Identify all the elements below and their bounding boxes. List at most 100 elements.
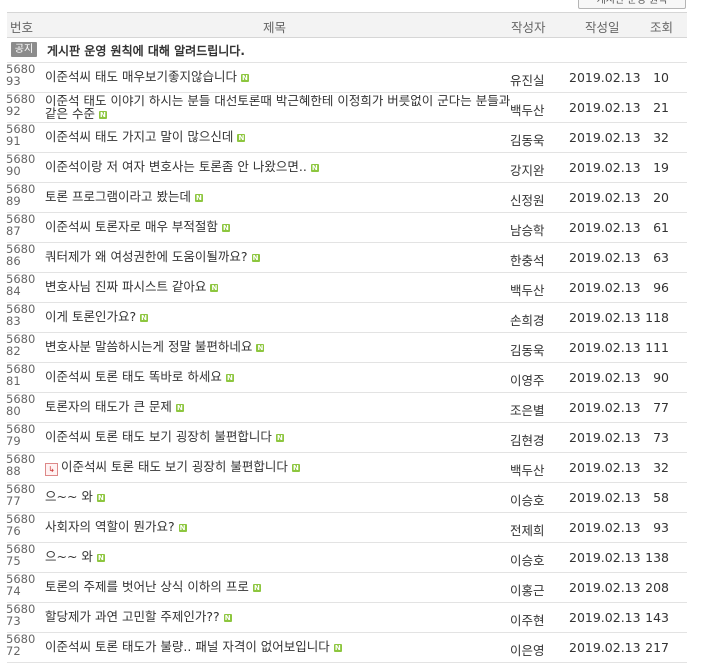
- post-views: 63: [653, 250, 669, 265]
- post-date: 2019.02.13: [569, 220, 641, 235]
- post-views: 217: [645, 640, 669, 655]
- post-title-link[interactable]: 으~~ 와N: [45, 550, 511, 563]
- post-title-text: 사회자의 역할이 뭔가요?: [45, 520, 175, 533]
- post-author[interactable]: 남승학: [510, 220, 545, 239]
- post-views: 118: [645, 310, 669, 325]
- post-views: 143: [645, 610, 669, 625]
- post-views: 90: [653, 370, 669, 385]
- post-title-link[interactable]: 이준석씨 토론 태도 똑바로 하세요 N: [45, 370, 511, 383]
- board-rules-button[interactable]: 게시판 운영 원칙: [578, 0, 686, 9]
- post-title-text: 토론 프로그램이라고 봤는데: [45, 190, 191, 203]
- post-author[interactable]: 한충석: [510, 250, 545, 269]
- post-author[interactable]: 조은별: [510, 400, 545, 419]
- post-date: 2019.02.13: [569, 610, 641, 625]
- table-row: 568083 이게 토론인가요? N 손희경 2019.02.13 118: [6, 303, 687, 333]
- post-title-link[interactable]: 변호사님 진짜 파시스트 같아요 N: [45, 280, 511, 293]
- post-author[interactable]: 강지완: [510, 160, 545, 179]
- post-date: 2019.02.13: [569, 280, 641, 295]
- new-icon: N: [178, 524, 187, 532]
- post-title-link[interactable]: 으~~ 와N: [45, 490, 511, 503]
- post-title-link[interactable]: 변호사분 말씀하시는게 정말 불편하네요 N: [45, 340, 511, 353]
- post-list: 568093 이준석씨 태도 매우보기좋지않습니다 N 유진실 2019.02.13 10…: [6, 62, 687, 663]
- table-row: 568091 이준석씨 태도 가지고 말이 많으신데 N 김동욱 2019.02.13 3…: [6, 123, 687, 153]
- post-author[interactable]: 이주현: [510, 610, 545, 629]
- notice-badge: 공지: [11, 42, 37, 57]
- new-icon: N: [96, 494, 105, 502]
- post-title-link[interactable]: 이준석 태도 이야기 하시는 분들 대선토론때 박근혜한테 이정희가 버릇없이 …: [45, 95, 511, 120]
- post-author[interactable]: 신정원: [510, 190, 545, 209]
- post-author[interactable]: 백두산: [510, 280, 545, 299]
- new-icon: N: [96, 554, 105, 562]
- post-author[interactable]: 유진실: [510, 70, 545, 89]
- post-author[interactable]: 백두산: [510, 460, 545, 479]
- post-author[interactable]: 이승호: [510, 490, 545, 509]
- post-date: 2019.02.13: [569, 160, 641, 175]
- new-icon: N: [333, 644, 342, 652]
- post-views: 111: [645, 340, 669, 355]
- post-date: 2019.02.13: [569, 310, 641, 325]
- post-title-link[interactable]: ↳ 이준석씨 토론 태도 보기 굉장히 불편합니다 N: [45, 460, 511, 476]
- post-views: 32: [653, 460, 669, 475]
- new-icon: N: [221, 224, 230, 232]
- post-title-link[interactable]: 토론자의 태도가 큰 문제 N: [45, 400, 511, 413]
- post-title-link[interactable]: 이준석씨 토론 태도가 불량.. 패널 자격이 없어보입니다 N: [45, 640, 511, 653]
- post-number: 568093: [6, 62, 36, 88]
- post-title-link[interactable]: 할당제가 과연 고민할 주제인가?? N: [45, 610, 511, 623]
- post-views: 58: [653, 490, 669, 505]
- post-author[interactable]: 이홍근: [510, 580, 545, 599]
- post-title-link[interactable]: 토론 프로그램이라고 봤는데 N: [45, 190, 511, 203]
- post-author[interactable]: 손희경: [510, 310, 545, 329]
- notice-row: 공지 게시판 운영 원칙에 대해 알려드립니다.: [7, 38, 687, 63]
- post-date: 2019.02.13: [569, 70, 641, 85]
- table-row: 568073 할당제가 과연 고민할 주제인가?? N 이주현 2019.02.13 14…: [6, 603, 687, 633]
- post-views: 77: [653, 400, 669, 415]
- table-row: 568079 이준석씨 토론 태도 보기 굉장히 불편합니다 N 김현경 2019.02…: [6, 423, 687, 453]
- post-title-link[interactable]: 이준석씨 태도 가지고 말이 많으신데 N: [45, 130, 511, 143]
- new-icon: N: [256, 344, 265, 352]
- table-row: 568080 토론자의 태도가 큰 문제 N 조은별 2019.02.13 77: [6, 392, 687, 423]
- post-number: 568092: [6, 92, 36, 118]
- post-title-link[interactable]: 이게 토론인가요? N: [45, 310, 511, 323]
- new-icon: N: [310, 164, 319, 172]
- post-author[interactable]: 김동욱: [510, 130, 545, 149]
- new-icon: N: [225, 374, 234, 382]
- new-icon: N: [252, 584, 261, 592]
- post-author[interactable]: 이은영: [510, 640, 545, 659]
- post-date: 2019.02.13: [569, 640, 641, 655]
- post-title-text: 이준석씨 태도 가지고 말이 많으신데: [45, 130, 234, 143]
- table-row: 568072 이준석씨 토론 태도가 불량.. 패널 자격이 없어보입니다 N 이은영…: [6, 633, 687, 663]
- post-date: 2019.02.13: [569, 550, 641, 565]
- post-author[interactable]: 김동욱: [510, 340, 545, 359]
- post-title-text: 이준석 태도 이야기 하시는 분들 대선토론때 박근혜한테 이정희가 버릇없이 …: [45, 95, 511, 120]
- post-date: 2019.02.13: [569, 250, 641, 265]
- new-icon: N: [237, 134, 246, 142]
- post-number: 568090: [6, 152, 36, 178]
- post-title-link[interactable]: 사회자의 역할이 뭔가요? N: [45, 520, 511, 533]
- post-title-text: 변호사님 진짜 파시스트 같아요: [45, 280, 207, 293]
- post-author[interactable]: 전제희: [510, 520, 545, 539]
- post-author[interactable]: 이승호: [510, 550, 545, 569]
- table-row: 568092 이준석 태도 이야기 하시는 분들 대선토론때 박근혜한테 이정희가…: [6, 92, 687, 123]
- header-no: 번호: [10, 20, 34, 35]
- post-views: 61: [653, 220, 669, 235]
- post-author[interactable]: 이영주: [510, 370, 545, 389]
- post-date: 2019.02.13: [569, 460, 641, 475]
- post-title-link[interactable]: 쿼터제가 왜 여성권한에 도움이될까요? N: [45, 250, 511, 263]
- table-row: 568089 토론 프로그램이라고 봤는데 N 신정원 2019.02.13 20: [6, 183, 687, 213]
- new-icon: N: [291, 464, 300, 472]
- post-date: 2019.02.13: [569, 100, 641, 115]
- post-views: 208: [645, 580, 669, 595]
- post-title-link[interactable]: 이준석씨 토론자로 매우 부적절함 N: [45, 220, 511, 233]
- post-author[interactable]: 김현경: [510, 430, 545, 449]
- new-icon: N: [251, 254, 260, 262]
- new-icon: N: [175, 404, 184, 412]
- post-title-link[interactable]: 이준석씨 태도 매우보기좋지않습니다 N: [45, 70, 511, 83]
- post-title-link[interactable]: 토론의 주제를 벗어난 상식 이하의 프로 N: [45, 580, 511, 593]
- post-author[interactable]: 백두산: [510, 100, 545, 119]
- post-title-link[interactable]: 이준석이랑 저 여자 변호사는 토론좀 안 나왔으면.. N: [45, 160, 511, 173]
- notice-title-link[interactable]: 게시판 운영 원칙에 대해 알려드립니다.: [47, 42, 245, 59]
- post-views: 138: [645, 550, 669, 565]
- post-title-link[interactable]: 이준석씨 토론 태도 보기 굉장히 불편합니다 N: [45, 430, 511, 443]
- table-row: 568074 토론의 주제를 벗어난 상식 이하의 프로 N 이홍근 2019.02.1…: [6, 573, 687, 603]
- post-number: 568080: [6, 392, 36, 418]
